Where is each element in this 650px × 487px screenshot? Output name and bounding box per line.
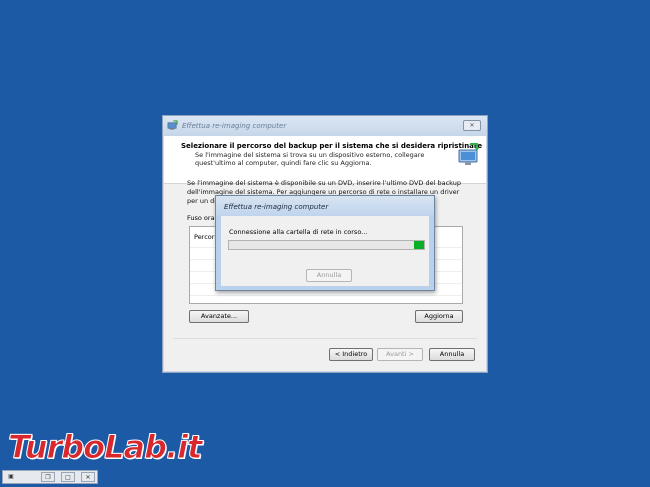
window-icon[interactable]: ▣ [6,472,16,482]
turbolab-logo: TurboLab.it [7,428,233,472]
back-button[interactable]: < Indietro [329,348,373,361]
close-button[interactable]: ✕ [463,120,481,131]
computer-monitor-icon [458,143,479,165]
wizard-titlebar[interactable]: Effettua re-imaging computer ✕ [163,116,487,136]
header-subtitle: Se l'immagine del sistema si trova su un… [195,151,425,167]
wizard-title: Effettua re-imaging computer [182,122,287,130]
system-restore-icon [167,120,178,130]
restore-icon[interactable]: ❐ [41,472,55,482]
connection-progress-bar [228,240,425,250]
logo-text: TurboLab.it [7,428,202,467]
refresh-button[interactable]: Aggiorna [415,310,463,323]
next-button[interactable]: Avanti > [377,348,423,361]
dialog-titlebar[interactable]: Effettua re-imaging computer [216,196,434,216]
wizard-header: Selezionare il percorso del backup per i… [164,136,486,184]
dialog-body: Connessione alla cartella di rete in cor… [221,216,429,286]
maximize-icon[interactable]: □ [61,472,75,482]
taskbar-controls: ▣ ❐ □ ✕ [2,470,98,484]
footer-separator [173,338,477,339]
timezone-label: Fuso ora [187,214,215,222]
network-connection-dialog: Effettua re-imaging computer Connessione… [215,195,435,291]
dialog-cancel-button[interactable]: Annulla [306,269,352,282]
cancel-button[interactable]: Annulla [429,348,475,361]
dialog-title: Effettua re-imaging computer [224,203,329,211]
progress-fill [414,241,424,249]
advanced-button[interactable]: Avanzate... [189,310,249,323]
header-title: Selezionare il percorso del backup per i… [181,142,483,150]
close-icon[interactable]: ✕ [81,472,95,482]
connection-status-text: Connessione alla cartella di rete in cor… [229,228,368,236]
list-row-divider [190,295,462,296]
